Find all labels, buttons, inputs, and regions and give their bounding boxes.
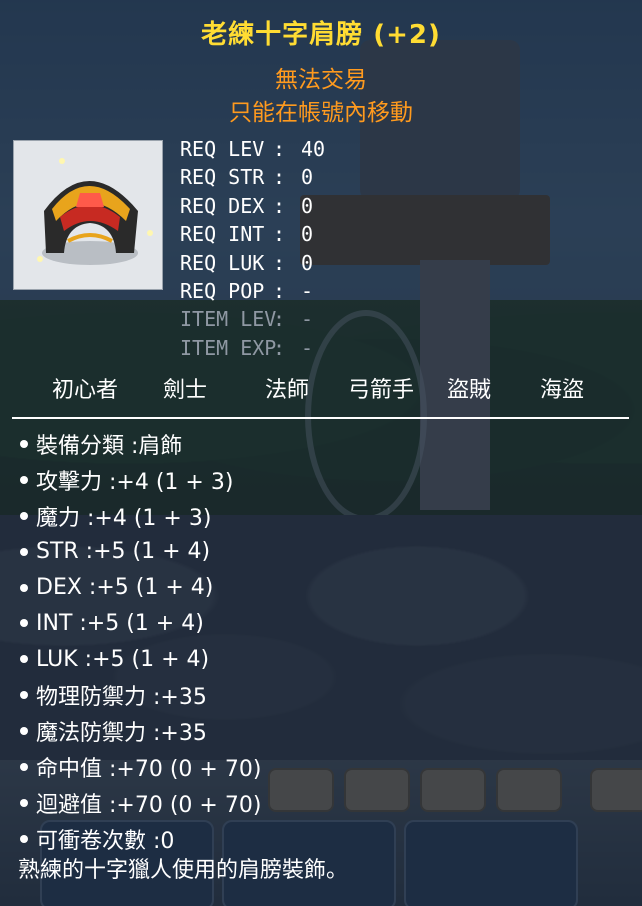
stats-list: 裝備分類 :肩飾攻擊力 :+4 (1 + 3) 魔力 :+4 (1 + 3) STR… <box>20 426 261 857</box>
stat-text: 魔力 :+4 (1 + 3) <box>36 505 212 531</box>
stat-row: 魔力 :+4 (1 + 3) <box>20 498 261 534</box>
bullet-icon <box>20 475 28 484</box>
bullet-icon <box>20 691 28 700</box>
item-icon-frame <box>13 140 163 290</box>
divider <box>12 417 629 419</box>
stat-row: LUK :+5 (1 + 4) <box>20 641 261 677</box>
job-label: 弓箭手 <box>348 378 415 403</box>
stat-text: STR :+5 (1 + 4) <box>36 539 211 565</box>
stat-text: 攻擊力 :+4 (1 + 3) <box>36 469 234 495</box>
stat-text: 魔法防禦力 :+35 <box>36 721 207 747</box>
requirement-separator: : <box>273 307 286 332</box>
stat-text: 物理防禦力 :+35 <box>36 685 207 711</box>
requirement-row: REQ INT:0 <box>180 222 325 250</box>
bullet-icon <box>20 583 28 592</box>
job-label: 初心者 <box>52 378 119 403</box>
stat-row: 命中值 :+70 (0 + 70) <box>20 749 261 785</box>
item-tooltip: 老練十字肩膀 (+2) 無法交易 只能在帳號內移動 REQ LEV:40 REQ … <box>0 0 642 906</box>
bullet-icon <box>20 727 28 736</box>
requirement-separator: : <box>273 250 286 275</box>
requirement-label: REQ STR <box>180 165 265 190</box>
requirement-label: ITEM LEV <box>180 307 277 332</box>
stat-text: INT :+5 (1 + 4) <box>36 610 204 636</box>
item-name: 老練十字肩膀 (+2) <box>201 20 441 50</box>
stat-text: 迴避值 :+70 (0 + 70) <box>36 792 262 818</box>
requirement-value: - <box>301 278 314 303</box>
requirement-separator: : <box>273 137 286 161</box>
requirement-row: ITEM LEV: - <box>180 307 325 335</box>
stat-text: LUK :+5 (1 + 4) <box>36 646 210 672</box>
requirement-row: ITEM EXP: - <box>180 336 325 364</box>
requirement-value: 0 <box>301 250 314 275</box>
requirement-row: REQ STR:0 <box>180 165 325 193</box>
stat-text: DEX :+5 (1 + 4) <box>36 575 214 600</box>
stat-text: 可衝卷次數 :0 <box>36 828 175 854</box>
stat-row: INT :+5 (1 + 4) <box>20 605 261 641</box>
bullet-icon <box>20 547 28 556</box>
requirement-row: REQ LUK:0 <box>180 251 325 279</box>
stat-row: 迴避值 :+70 (0 + 70) <box>20 785 261 821</box>
requirement-value: 0 <box>301 165 314 190</box>
shoulder-armor-icon <box>37 158 153 265</box>
stat-row: 裝備分類 :肩飾 <box>20 426 261 462</box>
requirement-value: 40 <box>301 137 326 161</box>
bullet-icon <box>20 439 28 448</box>
bullet-icon <box>20 798 28 807</box>
requirement-value: - <box>301 307 314 332</box>
job-label: 法師 <box>265 378 310 403</box>
requirement-label: REQ DEX <box>180 193 265 218</box>
stat-text: 裝備分類 :肩飾 <box>36 433 183 459</box>
item-description: 熟練的十字獵人使用的肩膀裝飾。 <box>18 858 349 883</box>
job-label: 劍士 <box>163 378 208 403</box>
requirement-separator: : <box>273 222 286 247</box>
bullet-icon <box>20 511 28 520</box>
requirement-separator: : <box>273 193 286 218</box>
requirement-separator: : <box>273 278 286 303</box>
requirement-value: 0 <box>301 193 314 218</box>
requirement-row: REQ DEX:0 <box>180 194 325 222</box>
requirement-label: REQ LEV <box>180 137 265 161</box>
bullet-icon <box>20 762 28 771</box>
bullet-icon <box>20 655 28 664</box>
stat-row: 魔法防禦力 :+35 <box>20 713 261 749</box>
trade-restriction-note: 無法交易 <box>275 67 367 93</box>
requirement-label: ITEM EXP <box>180 335 277 360</box>
stat-row: STR :+5 (1 + 4) <box>20 534 261 570</box>
job-list: 初心者 劍士 法師 弓箭手 盜賊 海盜 <box>0 372 642 404</box>
requirement-row: REQ POP: - <box>180 279 325 307</box>
stat-row: 物理防禦力 :+35 <box>20 677 261 713</box>
requirement-value: 0 <box>301 222 314 247</box>
bullet-icon <box>20 834 28 843</box>
requirement-label: REQ LUK <box>180 250 265 275</box>
requirement-value: - <box>301 335 314 360</box>
requirement-separator: : <box>273 165 286 190</box>
account-restriction-note: 只能在帳號內移動 <box>229 100 413 126</box>
job-label: 海盜 <box>540 378 585 403</box>
stat-text: 命中值 :+70 (0 + 70) <box>36 756 262 782</box>
stat-row: 攻擊力 :+4 (1 + 3) <box>20 462 261 498</box>
job-label: 盜賊 <box>447 378 492 403</box>
requirement-label: REQ INT <box>180 222 265 247</box>
bullet-icon <box>20 619 28 628</box>
requirements-list: REQ LEV:40 REQ STR:0 REQ DEX:0 REQ INT:0 REQ… <box>180 137 325 364</box>
requirement-label: REQ POP <box>180 278 265 303</box>
stat-row: DEX :+5 (1 + 4) <box>20 570 261 606</box>
requirement-separator: : <box>273 335 286 360</box>
requirement-row: REQ LEV:40 <box>180 137 325 165</box>
